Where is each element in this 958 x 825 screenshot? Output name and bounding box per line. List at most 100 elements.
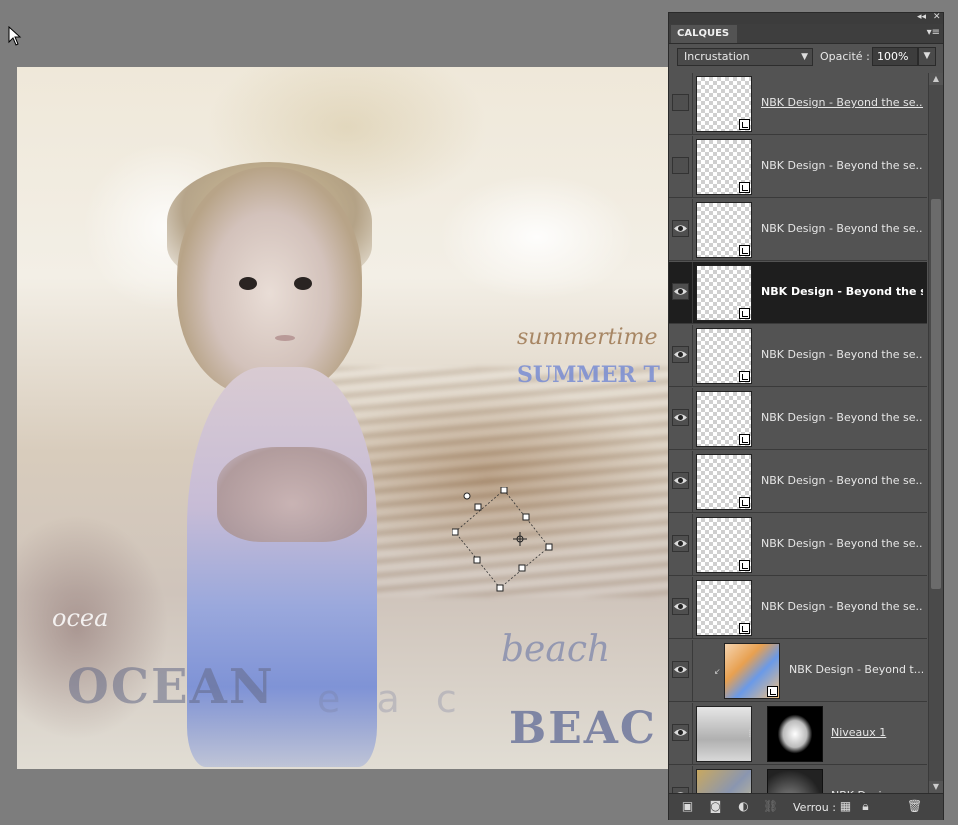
layer-name[interactable]: NBK Design - Beyond the se...	[761, 411, 923, 424]
visibility-toggle[interactable]	[672, 724, 689, 741]
layer-row[interactable]: NBK Design - Beyond the se...	[669, 577, 927, 639]
opacity-input[interactable]: 100%	[872, 47, 918, 66]
visibility-column-divider	[692, 73, 693, 134]
smart-object-icon	[767, 686, 778, 697]
layer-row[interactable]: NBK Design - Beyond the se...	[669, 451, 927, 513]
document-canvas[interactable]: summertime SUMMER T ocea OCEAN e a c bea…	[17, 67, 668, 769]
collapse-icon[interactable]: ◂◂	[917, 12, 926, 22]
scrollbar-thumb[interactable]	[931, 199, 941, 589]
eye-icon	[674, 414, 687, 421]
visibility-toggle[interactable]	[672, 598, 689, 615]
panel-top-strip: ◂◂ ✕	[669, 12, 943, 24]
layer-row[interactable]: NBK Design - Beyond the se...	[669, 388, 927, 450]
chain-link-icon[interactable]: ⁞	[748, 727, 752, 740]
layer-name[interactable]: NBK Design - Beyond the s...	[761, 285, 923, 298]
layer-mask-thumbnail[interactable]	[767, 706, 823, 762]
tab-layers[interactable]: CALQUES	[671, 25, 738, 43]
layer-name[interactable]: NBK Design - Beyond the se...	[761, 348, 923, 361]
lock-transparency-icon[interactable]: ▦	[839, 800, 852, 813]
arrow-cursor-icon	[8, 26, 22, 46]
eye-icon	[674, 666, 687, 673]
opacity-label: Opacité :	[820, 50, 870, 63]
transform-handle[interactable]	[518, 564, 526, 572]
transform-handle[interactable]	[545, 543, 553, 551]
layer-name[interactable]: NBK Design - Beyond the se...	[761, 159, 923, 172]
visibility-toggle[interactable]	[672, 409, 689, 426]
layer-thumbnail[interactable]	[696, 391, 752, 447]
layer-name[interactable]: NBK Design - Beyond the se...	[761, 537, 923, 550]
visibility-toggle[interactable]	[672, 346, 689, 363]
opacity-dropdown-button[interactable]: ▼	[918, 47, 936, 66]
layer-row[interactable]: ⁞NBK Design	[669, 766, 927, 793]
transform-handle[interactable]	[452, 528, 459, 536]
rotate-handle[interactable]	[463, 492, 471, 500]
visibility-toggle[interactable]	[672, 535, 689, 552]
layer-name[interactable]: Niveaux 1	[831, 726, 923, 739]
smart-object-icon	[739, 497, 750, 508]
layer-name[interactable]: NBK Design - Beyond t...	[789, 663, 923, 676]
transform-handle[interactable]	[522, 513, 530, 521]
visibility-column-divider	[692, 514, 693, 575]
blend-mode-select[interactable]: Incrustation ▼	[677, 48, 813, 66]
layer-row[interactable]: NBK Design - Beyond the se...	[669, 199, 927, 261]
layer-mask-icon[interactable]: ◙	[709, 800, 722, 813]
smart-object-icon	[739, 119, 750, 130]
layer-thumbnail[interactable]	[696, 454, 752, 510]
visibility-column-divider	[692, 199, 693, 260]
layer-name[interactable]: NBK Design - Beyond the se...	[761, 600, 923, 613]
panel-bottom-bar: ▣ ◙ ◐ ⛓ Verrou : ▦ 🔒︎ 🗑︎	[669, 793, 943, 820]
layer-thumbnail[interactable]	[696, 76, 752, 132]
adjustment-layer-icon[interactable]: ◐	[737, 800, 750, 813]
transform-handle[interactable]	[500, 487, 508, 494]
layers-scrollbar[interactable]: ▲ ▼	[928, 73, 943, 793]
layer-row[interactable]: NBK Design - Beyond the se...	[669, 514, 927, 576]
new-layer-icon[interactable]: ▣	[681, 800, 694, 813]
layer-row[interactable]: ⁞ Niveaux 1	[669, 703, 927, 765]
layer-thumbnail[interactable]	[696, 328, 752, 384]
layer-row[interactable]: NBK Design - Beyond the se...	[669, 325, 927, 387]
layer-thumbnail[interactable]	[696, 202, 752, 258]
layer-thumbnail[interactable]	[696, 265, 752, 321]
visibility-column-divider	[692, 451, 693, 512]
visibility-toggle[interactable]	[672, 661, 689, 678]
visibility-toggle[interactable]	[672, 283, 689, 300]
visibility-toggle[interactable]	[672, 472, 689, 489]
transform-handle[interactable]	[473, 556, 481, 564]
layer-name[interactable]: NBK Design - Beyond the se...	[761, 96, 923, 109]
layer-row[interactable]: NBK Design - Beyond the se...	[669, 73, 927, 135]
transform-bounding-box[interactable]	[452, 487, 562, 597]
panel-menu-icon[interactable]: ▾≡	[927, 27, 940, 38]
visibility-toggle[interactable]	[672, 94, 689, 111]
layer-mask-thumbnail[interactable]	[767, 769, 823, 793]
smart-object-icon	[739, 623, 750, 634]
layer-thumbnail[interactable]	[696, 769, 752, 793]
art-summer-text: SUMMER T	[517, 362, 660, 388]
trash-icon[interactable]: 🗑︎	[907, 800, 922, 813]
layer-thumbnail[interactable]	[696, 706, 752, 762]
eye-icon	[674, 225, 687, 232]
layer-thumbnail[interactable]	[696, 517, 752, 573]
lock-icon[interactable]: 🔒︎	[859, 800, 872, 813]
scroll-down-icon[interactable]: ▼	[929, 781, 943, 793]
close-icon[interactable]: ✕	[933, 12, 941, 22]
transform-handle[interactable]	[496, 584, 504, 592]
layers-list: NBK Design - Beyond the se... NBK Design …	[669, 73, 927, 793]
visibility-column-divider	[692, 136, 693, 197]
visibility-toggle[interactable]	[672, 220, 689, 237]
chain-link-icon[interactable]: ⛓	[763, 800, 778, 813]
scroll-up-icon[interactable]: ▲	[929, 73, 943, 85]
layer-thumbnail[interactable]	[696, 580, 752, 636]
layer-thumbnail[interactable]	[724, 643, 780, 699]
clipping-arrow-icon: ↙	[714, 667, 721, 676]
eye-icon	[674, 540, 687, 547]
layer-row[interactable]: NBK Design - Beyond the s...	[669, 262, 927, 324]
layer-name[interactable]: NBK Design - Beyond the se...	[761, 474, 923, 487]
eye-icon	[674, 288, 687, 295]
transform-handle[interactable]	[474, 503, 482, 511]
layer-thumbnail[interactable]	[696, 139, 752, 195]
layer-row[interactable]: NBK Design - Beyond the se...	[669, 136, 927, 198]
layer-name[interactable]: NBK Design - Beyond the se...	[761, 222, 923, 235]
transform-center-icon[interactable]	[513, 532, 527, 546]
layer-row[interactable]: ↙ NBK Design - Beyond t...	[669, 640, 927, 702]
visibility-toggle[interactable]	[672, 157, 689, 174]
